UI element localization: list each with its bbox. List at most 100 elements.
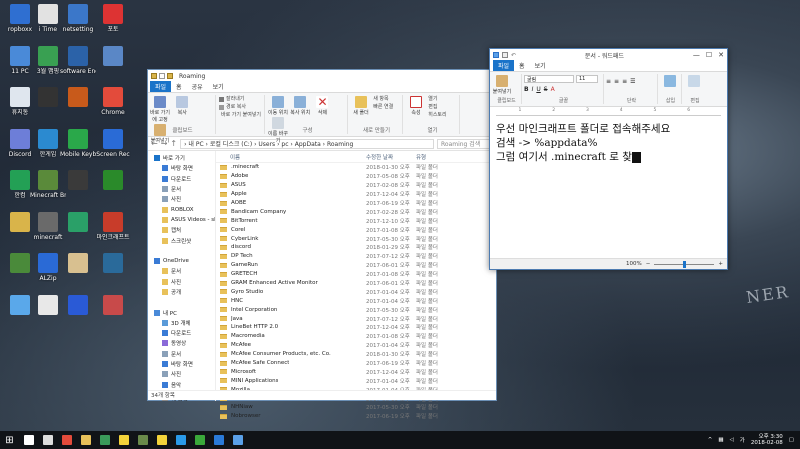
file-row[interactable]: Java 2017-07-12 오후 파일 폴더 <box>216 314 496 323</box>
align-center-icon[interactable]: ≡ <box>614 78 619 85</box>
desktop-icon[interactable]: 포토 <box>95 4 131 33</box>
zoom-out-icon[interactable]: − <box>646 261 651 267</box>
bold-button[interactable]: B <box>524 86 529 93</box>
desktop-icon[interactable]: Screen Rec <box>95 128 131 158</box>
taskbar-explorer-button[interactable] <box>76 431 95 449</box>
file-row[interactable]: Microsoft 2017-12-04 오후 파일 폴더 <box>216 367 496 376</box>
desktop-icon[interactable] <box>95 294 131 317</box>
list-icon[interactable]: ☰ <box>630 78 635 85</box>
file-row[interactable]: HNC 2017-01-04 오후 파일 폴더 <box>216 296 496 305</box>
nav-item[interactable]: 공개 <box>148 287 215 297</box>
italic-button[interactable]: I <box>532 86 534 93</box>
font-name-select[interactable]: 굴림 <box>524 75 574 83</box>
desktop-icon[interactable] <box>60 253 96 275</box>
file-row[interactable]: Gyro Studio 2017-01-04 오후 파일 폴더 <box>216 287 496 296</box>
taskbar-game-button[interactable] <box>190 431 209 449</box>
start-button[interactable]: ⊞ <box>0 431 19 449</box>
easy-access-button[interactable]: 빠른 연결 <box>373 103 393 111</box>
delete-button[interactable]: ✕ 삭제 <box>312 95 332 116</box>
file-row[interactable]: .minecraft 2018-01-30 오후 파일 폴더 <box>216 163 496 172</box>
nav-item[interactable]: 내 PC <box>148 307 215 317</box>
copy-path-button[interactable]: 경로 복사 <box>219 103 261 111</box>
file-row[interactable]: MINI Applications 2017-01-04 오후 파일 폴더 <box>216 376 496 385</box>
close-icon[interactable]: ✕ <box>718 51 724 59</box>
desktop-icon[interactable] <box>60 170 96 192</box>
open-button[interactable]: 열기 <box>428 95 446 103</box>
font-size-select[interactable]: 11 <box>576 75 598 83</box>
taskbar-wordpad-button[interactable] <box>228 431 247 449</box>
edit-button[interactable]: 편집 <box>428 103 446 111</box>
address-bar[interactable]: › 내 PC › 로컬 디스크 (C:) › Users › pc › AppD… <box>180 138 434 149</box>
minimize-icon[interactable]: — <box>693 51 700 59</box>
nav-item[interactable]: 문서 <box>148 184 215 194</box>
paste-shortcut-button[interactable]: 바로 가기 붙여넣기 <box>219 111 261 119</box>
nav-item[interactable]: 스크린샷 <box>148 235 215 245</box>
nav-item[interactable]: 바로 가기 <box>148 153 215 163</box>
maximize-icon[interactable]: ☐ <box>706 51 712 59</box>
file-row[interactable]: LineBet HTTP 2.0 2017-12-04 오후 파일 폴더 <box>216 323 496 332</box>
file-row[interactable]: discord 2018-01-29 오후 파일 폴더 <box>216 243 496 252</box>
taskbar-skype-button[interactable] <box>171 431 190 449</box>
tab-home[interactable]: 홈 <box>171 81 187 92</box>
file-row[interactable]: McAfee Safe Connect 2017-06-19 오후 파일 폴더 <box>216 359 496 368</box>
find-button[interactable] <box>684 74 704 88</box>
nav-item[interactable]: 사진 <box>148 369 215 379</box>
underline-button[interactable]: U <box>536 86 540 93</box>
file-row[interactable]: GRETECH 2017-01-08 오후 파일 폴더 <box>216 270 496 279</box>
volume-icon[interactable]: ◁ <box>730 437 734 443</box>
nav-item[interactable]: ROBLOX <box>148 204 215 214</box>
undo-icon[interactable]: ↶ <box>511 52 516 59</box>
file-row[interactable]: AOBE 2017-06-19 오후 파일 폴더 <box>216 199 496 208</box>
column-date[interactable]: 수정한 날짜 <box>366 153 416 161</box>
desktop-icon[interactable] <box>60 87 96 109</box>
file-row[interactable]: Macromedia 2017-01-08 오후 파일 폴더 <box>216 332 496 341</box>
nav-item[interactable]: 캡처 <box>148 225 215 235</box>
new-folder-icon[interactable] <box>167 73 173 79</box>
font-color-button[interactable]: A <box>551 86 555 93</box>
paste-button[interactable]: 붙여넣기 <box>492 74 512 95</box>
search-input[interactable]: Roaming 검색 <box>437 138 493 149</box>
taskbar-hancom-button[interactable] <box>95 431 114 449</box>
zoom-slider[interactable] <box>654 260 715 268</box>
save-icon[interactable] <box>502 52 508 58</box>
strikethrough-button[interactable]: S <box>544 86 548 93</box>
file-row[interactable]: McAfee Consumer Products, etc. Co. 2018-0… <box>216 350 496 359</box>
nav-item[interactable]: 3D 개체 <box>148 318 215 328</box>
taskbar-kakao-button[interactable] <box>114 431 133 449</box>
file-row[interactable]: DP Tech 2017-07-12 오후 파일 폴더 <box>216 252 496 261</box>
tab-file[interactable]: 파일 <box>493 60 515 71</box>
file-row[interactable]: Corel 2017-01-08 오후 파일 폴더 <box>216 225 496 234</box>
nav-item[interactable]: 사진 <box>148 277 215 287</box>
align-left-icon[interactable]: ≡ <box>606 78 611 85</box>
taskbar-chrome-button[interactable] <box>57 431 76 449</box>
nav-item[interactable]: 바탕 화면 <box>148 359 215 369</box>
desktop-icon[interactable] <box>60 211 96 234</box>
taskbar-search-button[interactable] <box>19 431 38 449</box>
tab-view[interactable]: 보기 <box>208 81 229 92</box>
clock[interactable]: 오후 3:30 2018-02-08 <box>751 434 783 446</box>
copy-button[interactable]: 복사 <box>172 95 192 116</box>
align-right-icon[interactable]: ≡ <box>622 78 627 85</box>
desktop-icon[interactable]: 마인크래프트 <box>95 211 131 241</box>
column-type[interactable]: 유형 <box>416 153 456 161</box>
document-area[interactable]: 우선 마인크래프트 폴더로 접속해주세요 검색 -> %appdata% 그럼 … <box>490 116 727 253</box>
file-row[interactable]: Bandicam Company 2017-02-28 오후 파일 폴더 <box>216 207 496 216</box>
desktop-icon[interactable]: Chrome <box>95 87 131 116</box>
desktop-icon[interactable]: Mobile Keyboard <box>60 128 96 158</box>
nav-item[interactable]: 다운로드 <box>148 174 215 184</box>
nav-item[interactable]: 음악 <box>148 380 215 390</box>
file-row[interactable]: GameRun 2017-06-01 오후 파일 폴더 <box>216 261 496 270</box>
cut-button[interactable]: 잘라내기 <box>219 95 261 103</box>
nav-item[interactable]: 문서 <box>148 349 215 359</box>
desktop-icon[interactable] <box>95 170 131 192</box>
file-row[interactable]: Adobe 2017-05-08 오후 파일 폴더 <box>216 172 496 181</box>
desktop-icon[interactable] <box>95 45 131 68</box>
file-row[interactable]: GRAM Enhanced Active Monitor 2017-06-01 오… <box>216 279 496 288</box>
file-row[interactable]: McAfee 2017-01-04 오후 파일 폴더 <box>216 341 496 350</box>
file-row[interactable]: CyberLink 2017-05-30 오후 파일 폴더 <box>216 234 496 243</box>
nav-item[interactable]: 바탕 화면 <box>148 163 215 173</box>
nav-item[interactable]: 문서 <box>148 266 215 276</box>
chevron-up-icon[interactable]: ^ <box>708 437 713 443</box>
file-row[interactable]: NHNiaw 2017-05-30 오후 파일 폴더 <box>216 403 496 412</box>
notification-icon[interactable]: ▢ <box>789 437 794 443</box>
